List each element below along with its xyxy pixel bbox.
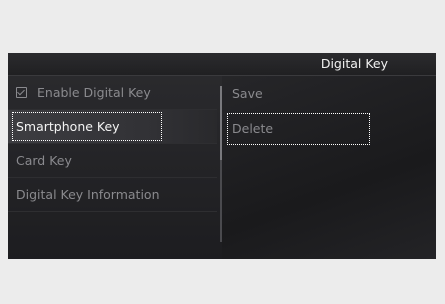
focus-outline [227, 113, 370, 145]
menu-item-label: Card Key [16, 153, 72, 168]
menu-item-label: Enable Digital Key [37, 85, 151, 100]
title-bar: Digital Key [8, 53, 436, 76]
checkbox-checked-icon[interactable] [16, 87, 27, 98]
divider [8, 211, 217, 212]
menu-item-label: Digital Key Information [16, 187, 160, 202]
digital-key-screen: Digital Key Enable Digital Key Smartphon… [8, 53, 436, 259]
save-button[interactable]: Save [232, 86, 263, 101]
menu-item-digital-key-information[interactable]: Digital Key Information [8, 178, 217, 211]
menu-item-enable-digital-key[interactable]: Enable Digital Key [8, 76, 217, 109]
page-title: Digital Key [320, 56, 388, 71]
submenu-panel: Save Delete [222, 76, 436, 259]
menu-list: Enable Digital Key Smartphone Key Card K… [8, 76, 222, 259]
menu-item-card-key[interactable]: Card Key [8, 144, 217, 177]
focus-outline [12, 112, 162, 141]
